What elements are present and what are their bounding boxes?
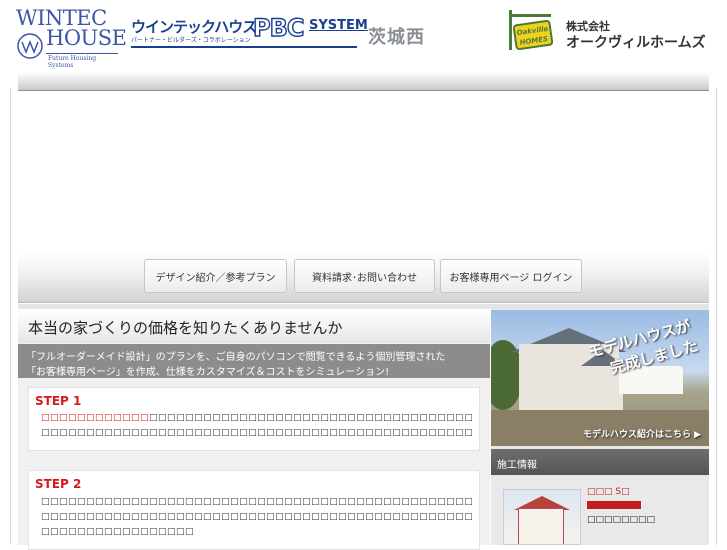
intro-line-1: 「フルオーダーメイド設計」のプランを、ご自身のパソコンで閲覧できるよう個別管理さ… <box>26 352 446 363</box>
pbc-logo-mark: PBC <box>252 13 305 42</box>
model-house-banner[interactable]: モデルハウスが 完成しました モデルハウス紹介はこちら ▶ <box>491 310 709 446</box>
wintec-logo-line2: HOUSE <box>46 26 127 50</box>
thumbnail-house <box>518 508 564 544</box>
wintec-rule <box>46 53 118 54</box>
pbc-logo-system: SYSTEM <box>309 18 368 33</box>
step-1-text-line-2: □□□□□□□□□□□□□□□□□□□□□□□□□□□□□□□□□□□□□□□□… <box>41 428 473 438</box>
model-house-link[interactable]: モデルハウス紹介はこちら ▶ <box>491 424 709 446</box>
wintec-tagline: Future Housing Systems <box>48 55 97 69</box>
step-2-text-line-3: □□□□□□□□□□□□□□□□□ <box>41 527 195 537</box>
construction-info-heading: 施工情報 <box>491 449 709 475</box>
page-title: 本当の家づくりの価格を知りたくありませんか <box>28 319 343 337</box>
step-2-text-line-2: □□□□□□□□□□□□□□□□□□□□□□□□□□□□□□□□□□□□□□□□… <box>41 512 473 522</box>
page-edge-right <box>716 88 717 545</box>
pbc-logo-underline <box>131 46 357 48</box>
oak-sign-arm <box>509 14 551 17</box>
region-label: 茨城西 <box>368 27 425 48</box>
main-visual-area <box>18 91 709 251</box>
company-name: オークヴィルホームズ <box>566 35 706 51</box>
work-thumbnail[interactable] <box>503 489 581 545</box>
step-1-title: STEP 1 <box>35 394 82 408</box>
step-1-box: STEP 1 □□□□□□□□□□□□□□□□□□□□□□□□□□□□□□□□□… <box>28 387 480 451</box>
step-1-text: □□□□□□□□□□□□□□□□□□□□□□□□□□□□□□□□□□□□□□□□… <box>149 413 473 423</box>
work-description: □□□□□□□□ <box>587 515 656 525</box>
sidebar: モデルハウスが 完成しました モデルハウス紹介はこちら ▶ 施工情報 □□□ S… <box>491 309 709 545</box>
construction-work-item[interactable]: □□□ S□ □□□□□□□□ <box>503 485 703 545</box>
step-2-text-line-1: □□□□□□□□□□□□□□□□□□□□□□□□□□□□□□□□□□□□□□□□… <box>41 497 473 507</box>
intro-line-2: 「お客様専用ページ」を作成、仕様をカスタマイズ＆コストをシミュレーション! <box>26 367 390 378</box>
pbc-system-logo[interactable]: ウインテックハウス パートナー・ビルダーズ・コラボレーション PBC SYSTE… <box>131 13 368 54</box>
step-1-text-line-1: □□□□□□□□□□□□□□□□□□□□□□□□□□□□□□□□□□□□□□□□… <box>41 413 473 423</box>
global-nav: デザイン紹介／参考プラン 資料請求･お問い合わせ お客様専用ページ ログイン <box>18 251 709 303</box>
intro-banner: 「フルオーダーメイド設計」のプランを、ご自身のパソコンで閲覧できるよう個別管理さ… <box>18 344 490 378</box>
construction-info-label: 施工情報 <box>497 460 537 471</box>
pbc-logo-sub: パートナー・ビルダーズ・コラボレーション <box>131 37 251 44</box>
wintec-house-logo[interactable]: WINTEC HOUSE Future Housing Systems <box>16 8 127 70</box>
work-name[interactable]: □□□ S□ <box>587 487 630 497</box>
step-2-box: STEP 2 □□□□□□□□□□□□□□□□□□□□□□□□□□□□□□□□□… <box>28 470 480 550</box>
pbc-logo-name: ウインテックハウス <box>131 18 257 36</box>
main-content: 本当の家づくりの価格を知りたくありませんか 「フルオーダーメイド設計」のプランを… <box>18 309 490 550</box>
step-1-highlight: □□□□□□□□□□□□ <box>41 413 150 423</box>
wintec-emblem-icon <box>17 33 43 59</box>
header-band <box>18 72 709 91</box>
nav-customer-login-button[interactable]: お客様専用ページ ログイン <box>440 259 582 293</box>
nav-design-plans-button[interactable]: デザイン紹介／参考プラン <box>144 259 287 293</box>
nav-request-contact-button[interactable]: 資料請求･お問い合わせ <box>294 259 435 293</box>
main-heading-bar: 本当の家づくりの価格を知りたくありませんか <box>18 309 490 343</box>
page-edge-left <box>10 88 11 545</box>
work-tag-bar <box>587 501 641 509</box>
oak-sign-board: Oakville HOMES <box>512 19 554 51</box>
oakville-homes-logo[interactable]: Oakville HOMES <box>506 10 556 51</box>
step-2-title: STEP 2 <box>35 477 82 491</box>
